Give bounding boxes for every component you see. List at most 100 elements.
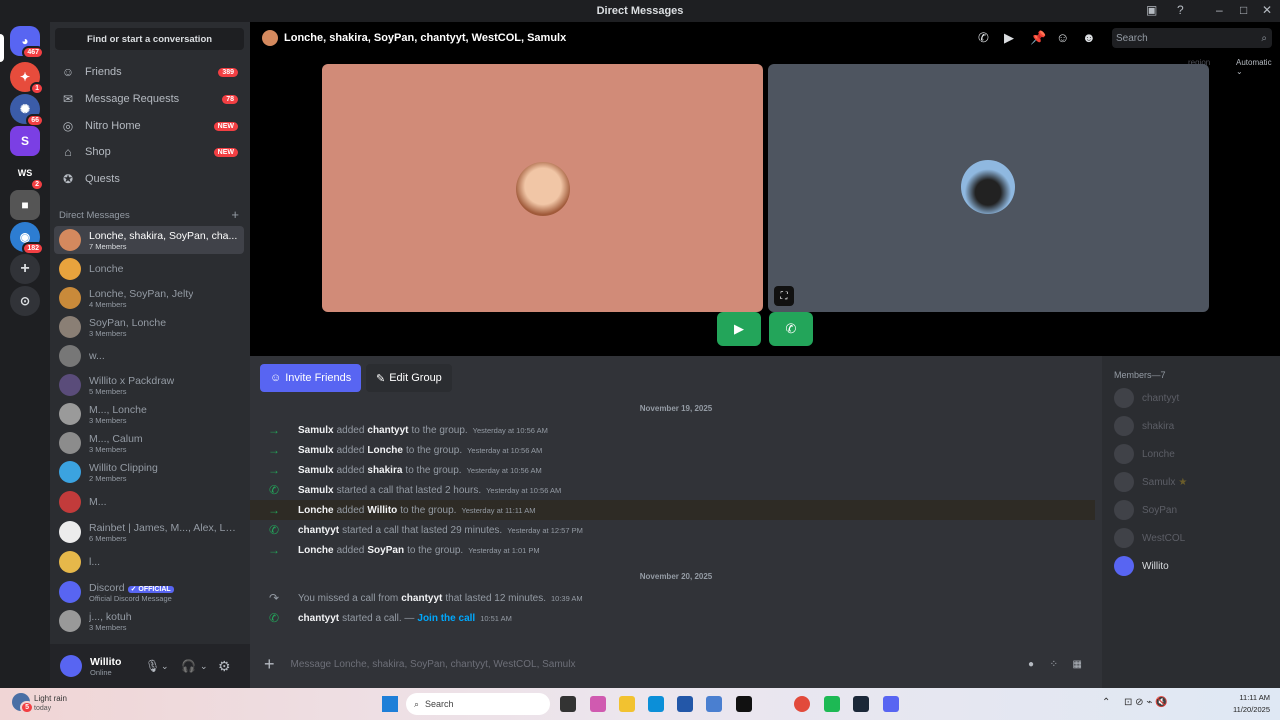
members-icon[interactable]: ☻ (1082, 30, 1096, 45)
nav-friends[interactable]: ☺ Friends 389 (56, 60, 244, 84)
chrome-icon[interactable] (794, 696, 810, 712)
help-icon[interactable]: ? (1177, 3, 1184, 17)
msg-target[interactable]: SoyPan (367, 545, 404, 556)
msg-target[interactable]: shakira (367, 465, 402, 476)
join-call-link[interactable]: Join the call (417, 613, 475, 624)
server-icon-6[interactable]: ◉ 182 (10, 222, 44, 255)
app-icon[interactable] (824, 696, 840, 712)
edit-group-button[interactable]: ✎ Edit Group (366, 364, 452, 392)
attach-plus-icon[interactable]: + (264, 654, 275, 675)
video-tile-1[interactable] (322, 64, 763, 312)
add-friends-icon[interactable]: ☺ (1056, 30, 1069, 45)
dm-name: M..., Lonche (89, 403, 147, 416)
join-call-button[interactable]: ✆ (769, 312, 813, 346)
apps-icon[interactable]: ⁘ (1050, 659, 1058, 670)
member-item[interactable]: Samulx ★ (1114, 472, 1187, 492)
store-icon[interactable] (677, 696, 693, 712)
msg-target[interactable]: Willito (367, 505, 397, 516)
copilot-icon[interactable] (590, 696, 606, 712)
close-icon[interactable]: ✕ (1262, 3, 1272, 17)
tray-icons[interactable]: ⊡ ⊘ ⌁ 🔇 (1124, 697, 1168, 708)
dm-item[interactable]: w... (54, 342, 244, 370)
headset-icon[interactable]: 🎧 (181, 659, 196, 673)
create-dm-icon[interactable]: + (231, 207, 239, 222)
find-conversation-button[interactable]: Find or start a conversation (55, 28, 244, 50)
dm-item[interactable]: M... (54, 488, 244, 516)
video-tile-2[interactable]: ⛶ (768, 64, 1209, 312)
dm-item[interactable]: Lonche, shakira, SoyPan, cha... 7 Members (54, 226, 244, 254)
home-button[interactable]: ◕ 467 (10, 26, 44, 59)
folder-icon[interactable] (619, 696, 635, 712)
dm-item[interactable]: Willito Clipping 2 Members (54, 458, 244, 486)
taskbar-search[interactable]: ⌕ Search (406, 693, 550, 715)
video-call-icon[interactable]: ▶ (1004, 30, 1014, 46)
server-icon-5[interactable]: ■ (10, 190, 40, 220)
msg-user[interactable]: chantyyt (401, 593, 442, 604)
edge-icon[interactable] (648, 696, 664, 712)
msg-user[interactable]: Samulx (298, 465, 334, 476)
minimize-icon[interactable]: – (1216, 3, 1223, 17)
server-icon-1[interactable]: ✦ 1 (10, 62, 44, 95)
msg-user[interactable]: chantyyt (298, 613, 339, 624)
xbox-icon[interactable] (736, 696, 752, 712)
msg-user[interactable]: Samulx (298, 485, 334, 496)
maximize-icon[interactable]: □ (1240, 3, 1247, 17)
server-icon-2[interactable]: ✺ 66 (10, 94, 44, 127)
start-icon[interactable] (382, 696, 398, 712)
weather-icon[interactable]: 5 (12, 693, 34, 714)
gift-icon[interactable]: ● (1028, 659, 1034, 670)
invite-friends-button[interactable]: ☺ Invite Friends (260, 364, 362, 392)
chevron-down-icon[interactable]: ⌄ (200, 661, 208, 672)
nav-shop[interactable]: ⌂ Shop NEW (56, 140, 244, 164)
msg-user[interactable]: Samulx (298, 425, 334, 436)
server-icon-4[interactable]: WS 2 (10, 158, 44, 191)
member-item[interactable]: Lonche (1114, 444, 1175, 464)
clock-date[interactable]: 11/20/2025 (1222, 705, 1270, 714)
dm-item-discord[interactable]: Discord ✓ OFFICIAL Official Discord Messag… (54, 578, 244, 606)
mic-icon[interactable]: 🎙 (145, 659, 160, 673)
gif-icon[interactable]: ▦ (1073, 659, 1082, 670)
dm-item[interactable]: M..., Calum 3 Members (54, 429, 244, 457)
msg-user[interactable]: Lonche (298, 505, 334, 516)
dm-item[interactable]: Lonche, SoyPan, Jelty 4 Members (54, 284, 244, 312)
nav-message-requests[interactable]: ✉ Message Requests 78 (56, 87, 244, 111)
msg-target[interactable]: Lonche (367, 445, 403, 456)
member-item[interactable]: Willito (1114, 556, 1169, 576)
msg-user[interactable]: Lonche (298, 545, 334, 556)
add-server-icon[interactable]: + (10, 254, 40, 284)
msg-user[interactable]: chantyyt (298, 525, 339, 536)
nav-quests[interactable]: ✪ Quests (56, 167, 244, 191)
dm-item[interactable]: j..., kotuh 3 Members (54, 607, 244, 635)
voice-call-icon[interactable]: ✆ (978, 30, 989, 46)
pin-icon[interactable]: 📌 (1030, 30, 1046, 46)
dm-item[interactable]: Willito x Packdraw 5 Members (54, 371, 244, 399)
discover-icon[interactable]: ⊙ (10, 286, 40, 316)
camera-button[interactable]: ▶ (717, 312, 761, 346)
dm-item[interactable]: M..., Lonche 3 Members (54, 400, 244, 428)
msg-target[interactable]: chantyyt (367, 425, 408, 436)
region-select[interactable]: Automatic ⌄ (1236, 58, 1280, 76)
steam-icon[interactable] (853, 696, 869, 712)
chevron-down-icon[interactable]: ⌄ (161, 661, 169, 672)
inbox-icon[interactable]: ▣ (1146, 3, 1157, 17)
user-avatar[interactable] (60, 655, 82, 677)
taskview-icon[interactable] (560, 696, 576, 712)
dm-item[interactable]: l... (54, 548, 244, 576)
nav-nitro-home[interactable]: ◎ Nitro Home NEW (56, 114, 244, 138)
message-composer[interactable]: + Message Lonche, shakira, SoyPan, chant… (260, 648, 1092, 680)
member-item[interactable]: shakira (1114, 416, 1174, 436)
dm-item[interactable]: Rainbet | James, M..., Alex, Lo... 6 Memb… (54, 518, 244, 546)
gear-icon[interactable]: ⚙ (218, 658, 231, 675)
member-item[interactable]: chantyyt (1114, 388, 1179, 408)
discord-taskbar-icon[interactable] (883, 696, 899, 712)
member-item[interactable]: WestCOL (1114, 528, 1185, 548)
clock-time[interactable]: 11:11 AM (1226, 693, 1270, 702)
member-item[interactable]: SoyPan (1114, 500, 1177, 520)
msg-user[interactable]: Samulx (298, 445, 334, 456)
dm-item[interactable]: SoyPan, Lonche 3 Members (54, 313, 244, 341)
outlook-icon[interactable] (706, 696, 722, 712)
dm-item[interactable]: Lonche (54, 255, 244, 283)
tray-chevron-icon[interactable]: ⌃ (1102, 697, 1110, 708)
server-icon-3[interactable]: S (10, 126, 40, 156)
search-input[interactable]: Search ⌕ (1112, 28, 1272, 48)
